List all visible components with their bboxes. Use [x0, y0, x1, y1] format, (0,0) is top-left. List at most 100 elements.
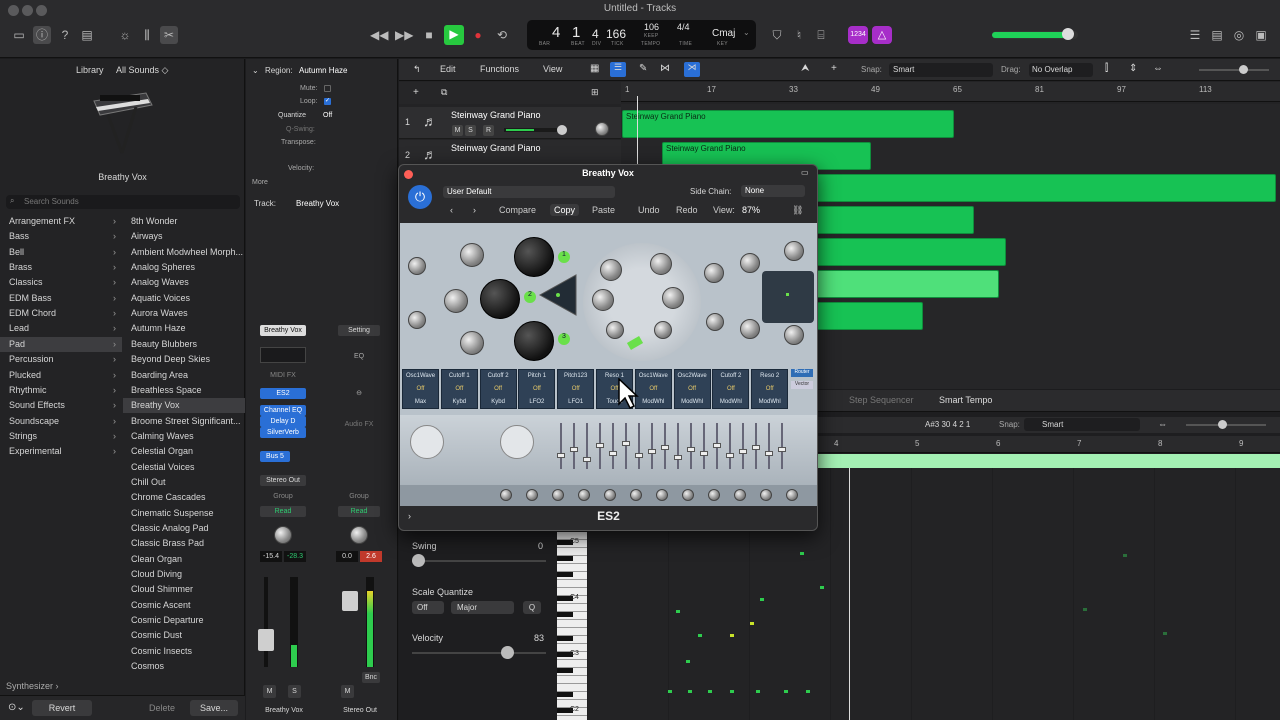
- preset-select[interactable]: User Default: [443, 186, 615, 198]
- flex-icon[interactable]: ⋊: [684, 62, 700, 77]
- loop-checkbox[interactable]: ✓: [324, 98, 331, 105]
- note[interactable]: [784, 690, 788, 693]
- power-icon[interactable]: ⏻: [408, 185, 432, 209]
- fm-knob[interactable]: [654, 321, 672, 339]
- output-eq-slot[interactable]: EQ: [338, 351, 380, 362]
- patch-item[interactable]: Cosmic Dust: [123, 628, 245, 643]
- envelope-slider[interactable]: [700, 423, 708, 469]
- cutoff2-knob[interactable]: [650, 253, 672, 275]
- velocity-handle[interactable]: [501, 646, 514, 659]
- mod-route-slot[interactable]: Cutoff 2 Off ModWhl: [712, 369, 750, 409]
- library-filter[interactable]: All Sounds ◇: [116, 65, 168, 76]
- osc2-pitch-knob[interactable]: [444, 289, 468, 313]
- output-setting-button[interactable]: Setting: [338, 325, 380, 336]
- chevron-down-icon[interactable]: ⌄: [743, 28, 750, 37]
- output-slot[interactable]: Stereo Out: [260, 475, 306, 486]
- mod-route-slot[interactable]: Osc1Wave Off ModWhl: [634, 369, 672, 409]
- back-icon[interactable]: ↰: [413, 64, 421, 75]
- play-icon[interactable]: ▶: [444, 25, 464, 45]
- amp-knob[interactable]: [740, 253, 760, 273]
- note[interactable]: [800, 552, 804, 555]
- patch-item[interactable]: Calming Waves: [123, 429, 245, 444]
- track-solo-button[interactable]: S: [465, 125, 476, 136]
- editors-icon[interactable]: ✂: [160, 26, 178, 44]
- category-item[interactable]: Soundscape › ›: [0, 414, 122, 429]
- redo-button[interactable]: Redo: [676, 205, 698, 215]
- track-volume-slider[interactable]: [504, 128, 560, 132]
- notepad-icon[interactable]: ▤: [1208, 26, 1226, 44]
- lfo1-wave-selector[interactable]: [410, 425, 444, 459]
- spread-knob[interactable]: [784, 325, 804, 345]
- send-slot[interactable]: Bus 5: [260, 451, 290, 462]
- patch-item[interactable]: Aurora Waves: [123, 306, 245, 321]
- mute-button[interactable]: M: [263, 685, 276, 698]
- drag-select[interactable]: No Overlap: [1029, 63, 1093, 77]
- region[interactable]: Steinway Grand Piano: [622, 110, 954, 138]
- patch-item[interactable]: Chill Out: [123, 475, 245, 490]
- global-tracks-icon[interactable]: ⊞: [591, 87, 599, 98]
- envelope-slider-handle[interactable]: [661, 445, 669, 450]
- osc3-wave-knob[interactable]: [514, 321, 554, 361]
- plugin-window[interactable]: Breathy Vox ▭ ⏻ User Default Side Chain:…: [398, 164, 818, 531]
- router-tab[interactable]: Router: [791, 369, 813, 377]
- mod-route-slot[interactable]: Cutoff 1 Off Kybd: [440, 369, 478, 409]
- swing-handle[interactable]: [412, 554, 425, 567]
- region[interactable]: [771, 174, 1276, 202]
- note[interactable]: [686, 660, 690, 663]
- category-item[interactable]: Pad › ›: [0, 336, 122, 352]
- scale-root-select[interactable]: Off: [412, 601, 444, 614]
- crosshair-tool-icon[interactable]: +: [831, 63, 837, 74]
- next-preset-icon[interactable]: ›: [473, 205, 476, 215]
- patch-item[interactable]: Cosmic Ascent: [123, 598, 245, 613]
- patch-item[interactable]: Cloud Diving: [123, 567, 245, 582]
- envelope-slider-handle[interactable]: [557, 453, 565, 458]
- track-mute-button[interactable]: M: [452, 125, 463, 136]
- envelope-slider-handle[interactable]: [583, 457, 591, 462]
- prev-preset-icon[interactable]: ‹: [450, 205, 453, 215]
- envelope-slider[interactable]: [674, 423, 682, 469]
- volume-knob[interactable]: [784, 241, 804, 261]
- glide-knob[interactable]: [408, 311, 426, 329]
- patch-item[interactable]: Classic Analog Pad: [123, 521, 245, 536]
- note[interactable]: [760, 598, 764, 601]
- envelope-slider[interactable]: [661, 423, 669, 469]
- revert-button[interactable]: Revert: [32, 700, 92, 716]
- drive-knob[interactable]: [606, 321, 624, 339]
- note[interactable]: [750, 622, 754, 625]
- output-volume-fader[interactable]: [342, 591, 358, 611]
- envelope-slider[interactable]: [648, 423, 656, 469]
- macro-knob[interactable]: [630, 489, 642, 501]
- osc3-pitch-knob[interactable]: [460, 331, 484, 355]
- undo-button[interactable]: Undo: [638, 205, 660, 215]
- note[interactable]: [698, 634, 702, 637]
- patch-item[interactable]: Analog Spheres: [123, 260, 245, 275]
- vertical-zoom-icon[interactable]: ⇕: [1129, 63, 1137, 74]
- mute-checkbox[interactable]: [324, 85, 331, 92]
- patch-item[interactable]: Breathless Space: [123, 383, 245, 398]
- envelope-slider-handle[interactable]: [570, 447, 578, 452]
- osc2-wave-knob[interactable]: [480, 279, 520, 319]
- patch-item[interactable]: Aquatic Voices: [123, 291, 245, 306]
- es2-interface[interactable]: 1 2 3 Osc1Wave Off Max Cutoff 1 Off Kybd Cutof…: [400, 223, 817, 506]
- view-menu[interactable]: View: [543, 64, 562, 74]
- record-icon[interactable]: ●: [469, 26, 487, 44]
- save-button[interactable]: Save...: [190, 700, 238, 716]
- master-volume-handle[interactable]: [1062, 28, 1074, 40]
- inspector-icon[interactable]: ⓘ: [33, 26, 51, 44]
- patch-item[interactable]: Classic Brass Pad: [123, 536, 245, 551]
- patch-item[interactable]: Airways: [123, 229, 245, 244]
- macro-knob[interactable]: [760, 489, 772, 501]
- chorus-knob[interactable]: [740, 319, 760, 339]
- duplicate-track-icon[interactable]: ⧉: [441, 87, 447, 98]
- patch-item[interactable]: 8th Wonder: [123, 214, 245, 229]
- settings-icon[interactable]: ⊙⌄: [8, 702, 25, 713]
- pr-zoom-icon[interactable]: ⇔: [1158, 419, 1167, 429]
- envelope-slider-handle[interactable]: [596, 443, 604, 448]
- patch-item[interactable]: Chrome Cascades: [123, 490, 245, 505]
- envelope-slider[interactable]: [752, 423, 760, 469]
- mod-route-slot[interactable]: Osc1Wave Off Max: [402, 369, 439, 409]
- track-name[interactable]: Breathy Vox: [296, 199, 339, 208]
- grid-view-icon[interactable]: ▦: [590, 63, 599, 74]
- bounce-button[interactable]: Bnc: [362, 672, 380, 683]
- patch-item[interactable]: Analog Waves: [123, 275, 245, 290]
